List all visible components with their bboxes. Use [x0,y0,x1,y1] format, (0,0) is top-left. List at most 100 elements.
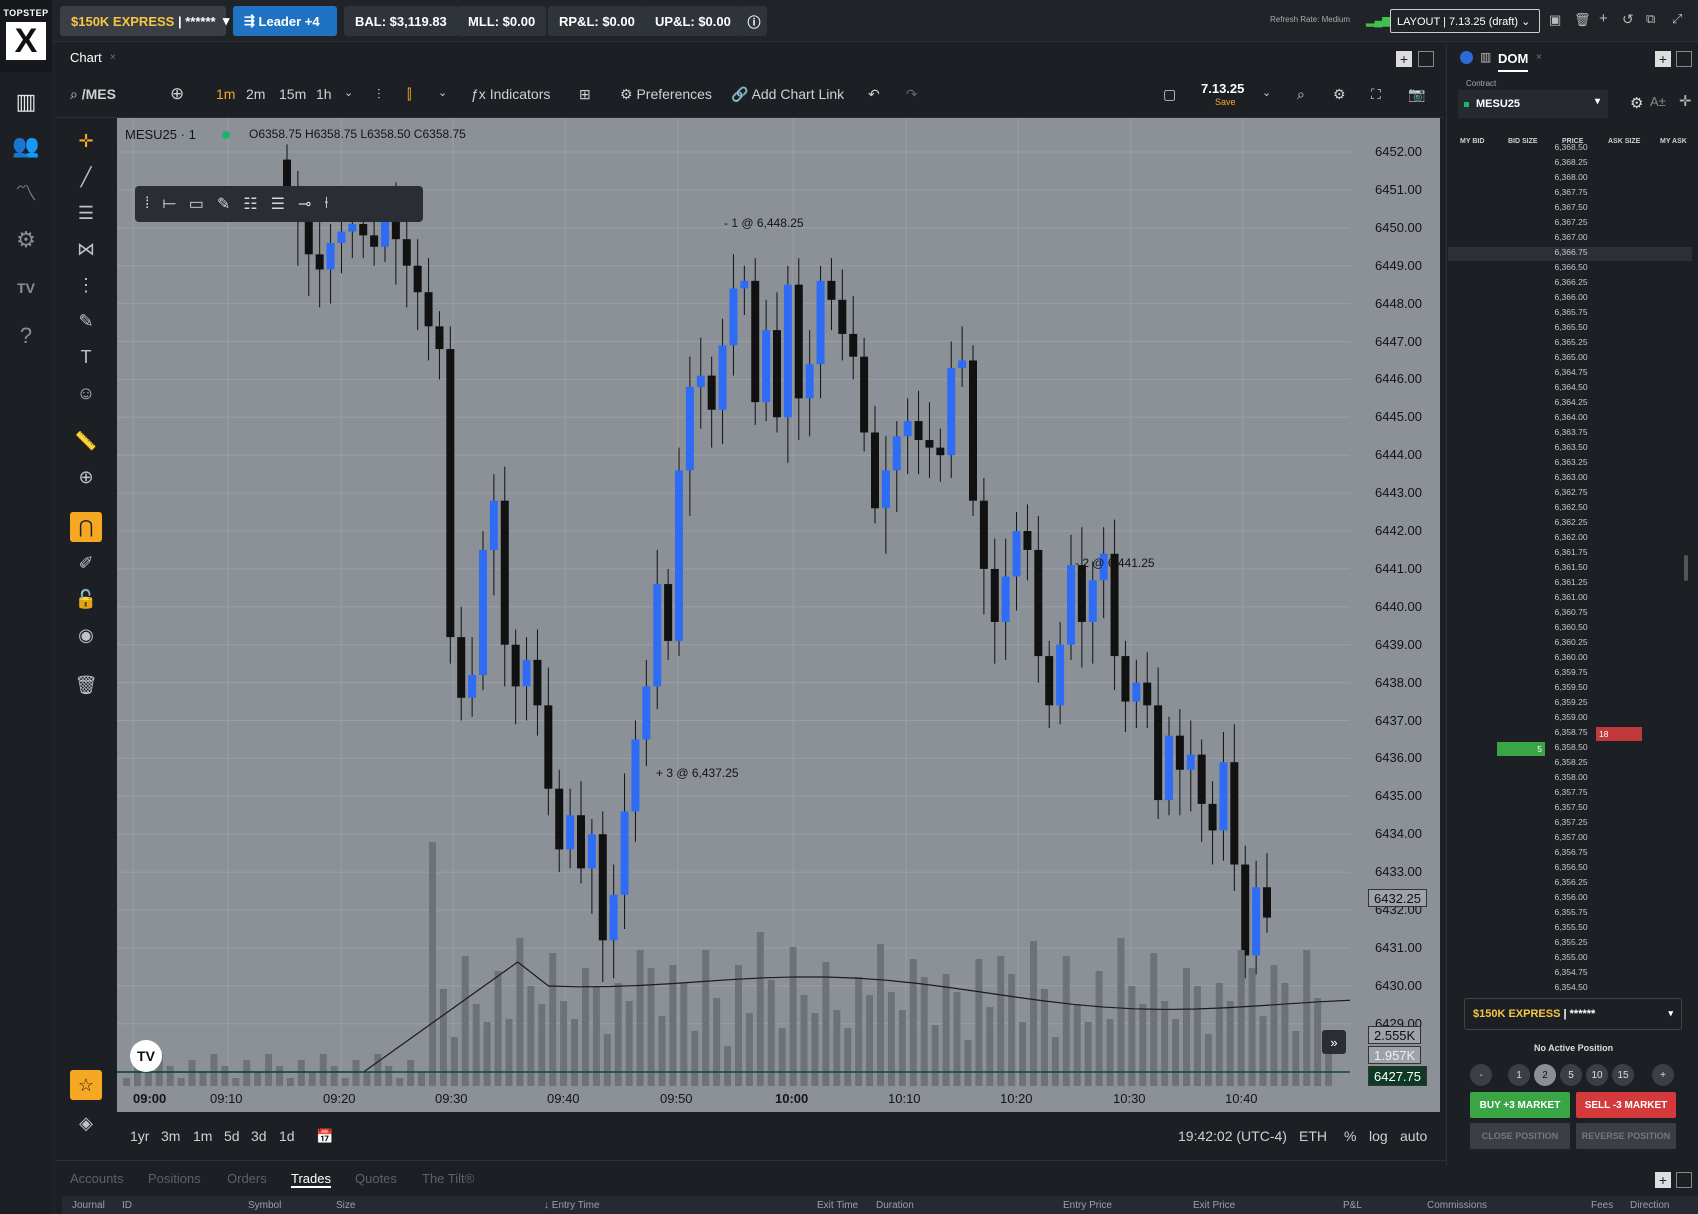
layout-selector[interactable]: LAYOUT | 7.13.25 (draft) ⌄ [1390,9,1540,33]
chevron-down-icon[interactable]: ⌄ [1262,86,1271,99]
maximize-icon[interactable] [1418,51,1434,67]
range-3m[interactable]: 3m [161,1128,180,1144]
qty-increase[interactable]: + [1652,1064,1674,1086]
dom-price-level[interactable]: 6,359.25 [1545,697,1597,707]
timeframe-1m[interactable]: 1m [216,86,235,102]
dom-price-level[interactable]: 6,360.00 [1545,652,1597,662]
dom-price-level[interactable]: 6,364.75 [1545,367,1597,377]
dom-price-level[interactable]: 6,359.50 [1545,682,1597,692]
reverse-position-button[interactable]: REVERSE POSITION [1576,1123,1676,1149]
community-icon[interactable]: 👥 [8,128,44,164]
col-commissions[interactable]: Commissions [1427,1200,1487,1211]
close-position-button[interactable]: CLOSE POSITION [1470,1123,1570,1149]
layout-save-label[interactable]: Save [1215,97,1236,107]
dom-price-level[interactable]: 6,367.00 [1545,232,1597,242]
dom-price-level[interactable]: 6,354.75 [1545,967,1597,977]
tab-trades[interactable]: Trades [291,1171,331,1188]
dom-price-level[interactable]: 6,363.75 [1545,427,1597,437]
dom-price-level[interactable]: 6,360.75 [1545,607,1597,617]
fullscreen-icon[interactable]: ⛶ [1371,86,1381,103]
dom-price-level[interactable]: 6,360.50 [1545,622,1597,632]
candlestick-chart[interactable] [117,118,1350,1086]
tab-accounts[interactable]: Accounts [70,1171,123,1186]
dom-price-level[interactable]: 6,365.25 [1545,337,1597,347]
indicators-button[interactable]: ƒx Indicators [471,86,550,102]
undo-layout-icon[interactable]: ↺ [1622,11,1634,28]
chevron-down-icon[interactable]: ⌄ [438,86,447,99]
sell-market-button[interactable]: SELL -3 MARKET [1576,1092,1676,1118]
drag-handle-icon[interactable]: ⁞ [145,195,149,213]
star-icon[interactable]: ☆ [70,1070,102,1100]
dom-price-level[interactable]: 6,368.25 [1545,157,1597,167]
trash-icon[interactable]: 🗑 [1574,12,1591,28]
pattern-icon[interactable]: ⋈ [70,234,102,264]
dom-price-level[interactable]: 6,366.25 [1545,277,1597,287]
col-exit-time[interactable]: Exit Time [817,1200,858,1211]
dom-price-level[interactable]: 6,364.00 [1545,412,1597,422]
tab-orders[interactable]: Orders [227,1171,267,1186]
col-duration[interactable]: Duration [876,1200,914,1211]
range-3d[interactable]: 3d [251,1128,267,1144]
bid-size-cell[interactable]: 5 [1497,742,1545,756]
dom-price-level[interactable]: 6,357.00 [1545,832,1597,842]
dom-price-level[interactable]: 6,355.75 [1545,907,1597,917]
save-layout-icon[interactable]: ▣ [1549,12,1561,28]
candle-style-icon[interactable]: ⫿ [407,86,411,103]
expand-icon[interactable]: ⤢ [1672,11,1682,27]
lock-draw-icon[interactable]: ✐ [70,548,102,578]
dom-price-level[interactable]: 6,354.50 [1545,982,1597,992]
buy-market-button[interactable]: BUY +3 MARKET [1470,1092,1570,1118]
col-pnl[interactable]: P&L [1343,1200,1362,1211]
dom-price-level[interactable]: 6,366.75 [1545,247,1597,257]
add-widget-icon[interactable]: + [1396,51,1412,67]
clock[interactable]: 19:42:02 (UTC-4) [1178,1128,1287,1144]
dom-price-level[interactable]: 6,355.00 [1545,952,1597,962]
dom-price-level[interactable]: 6,358.50 [1545,742,1597,752]
info-icon[interactable]: ⓘ [741,6,767,36]
dom-price-level[interactable]: 6,367.25 [1545,217,1597,227]
dom-price-level[interactable]: 6,368.50 [1545,142,1597,152]
layers-icon[interactable]: ◈ [70,1108,102,1138]
gear-icon[interactable]: ⚙ [1630,94,1643,112]
dom-price-level[interactable]: 6,366.00 [1545,292,1597,302]
hline-icon[interactable]: ⟝ [162,195,175,213]
dom-price-level[interactable]: 6,356.00 [1545,892,1597,902]
emoji-icon[interactable]: ☺ [70,378,102,408]
qty-10[interactable]: 10 [1586,1064,1608,1086]
fib-levels-icon[interactable]: ☰ [271,194,285,214]
crosshair-icon[interactable]: ✛ [70,126,102,156]
dom-price-level[interactable]: 6,357.75 [1545,787,1597,797]
contract-selector[interactable]: MESU25 ▾ [1458,90,1608,118]
timeframe-1h[interactable]: 1h [316,86,332,102]
dom-price-level[interactable]: 6,361.50 [1545,562,1597,572]
tab-positions[interactable]: Positions [148,1171,201,1186]
dom-price-level[interactable]: 6,361.75 [1545,547,1597,557]
dom-price-level[interactable]: 6,364.25 [1545,397,1597,407]
dom-price-level[interactable]: 6,367.50 [1545,202,1597,212]
help-icon[interactable]: ? [8,318,44,354]
dom-price-level[interactable]: 6,358.00 [1545,772,1597,782]
recenter-icon[interactable]: ✛ [1679,92,1692,110]
ask-size-cell[interactable]: 18 [1596,727,1642,741]
zoom-icon[interactable]: ⊕ [70,462,102,492]
close-tab-icon[interactable]: × [1536,52,1542,63]
timeframe-15m[interactable]: 15m [279,86,306,102]
chevron-down-icon[interactable]: ⌄ [344,86,353,99]
settings-icon[interactable]: ⚙ [1333,86,1346,103]
font-size-icon[interactable]: A± [1650,94,1666,109]
symbol-search[interactable]: ⌕ /MES [70,86,116,103]
dom-price-level[interactable]: 6,361.25 [1545,577,1597,587]
account-selector[interactable]: $150K EXPRESS | ****** ▾ [60,6,229,36]
col-id[interactable]: ID [122,1200,132,1211]
range-1yr[interactable]: 1yr [130,1128,149,1144]
text-icon[interactable]: T [70,342,102,372]
log-toggle[interactable]: log [1369,1128,1388,1144]
dom-price-level[interactable]: 6,365.00 [1545,352,1597,362]
rect-icon[interactable]: ▭ [189,194,204,214]
channel-icon[interactable]: ☷ [243,194,257,214]
dom-price-level[interactable]: 6,363.25 [1545,457,1597,467]
popout-icon[interactable]: ⧉ [1646,11,1655,27]
col-symbol[interactable]: Symbol [248,1200,281,1211]
dom-price-level[interactable]: 6,356.75 [1545,847,1597,857]
session-eth[interactable]: ETH [1299,1128,1327,1144]
